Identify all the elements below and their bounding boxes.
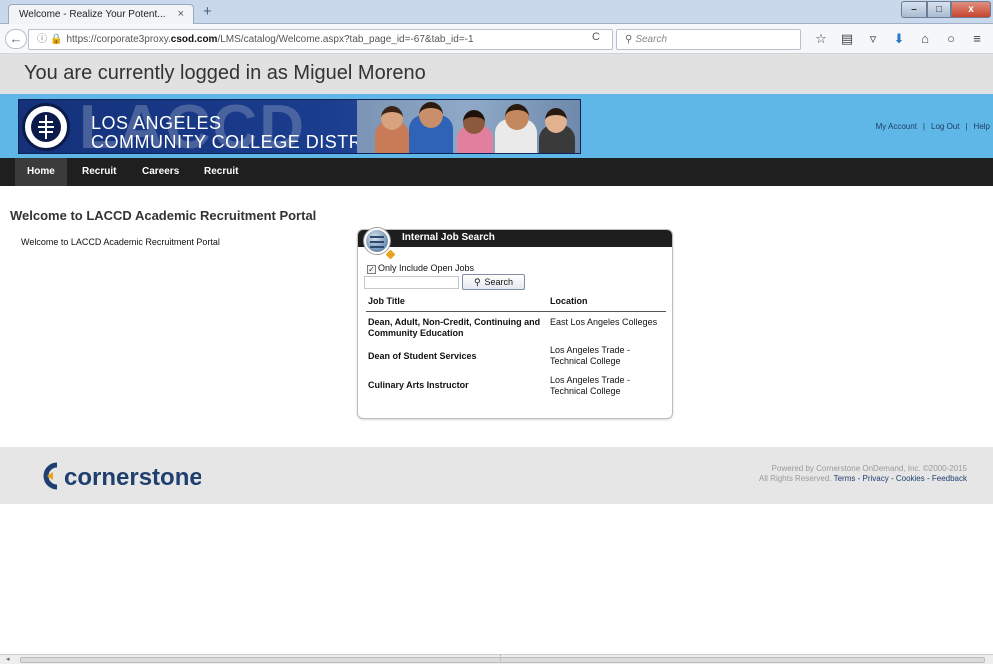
reload-icon[interactable]: C bbox=[592, 31, 600, 43]
account-links: My Account | Log Out | Help bbox=[875, 122, 990, 131]
browser-tab[interactable]: Welcome - Realize Your Potent... × bbox=[8, 4, 194, 25]
menu-item-careers[interactable]: Careers bbox=[130, 158, 191, 186]
browser-navbar: ← ⓘ 🔒 https://corporate3proxy.csod.com/LMS… bbox=[0, 24, 993, 54]
close-window-icon[interactable]: x bbox=[951, 1, 991, 18]
job-title-link[interactable]: Culinary Arts Instructor bbox=[368, 380, 546, 391]
cornerstone-logo[interactable]: cornerstone bbox=[43, 459, 203, 498]
user-bar: You are currently logged in as Miguel Mo… bbox=[0, 54, 993, 94]
menu-icon[interactable]: ≡ bbox=[964, 29, 990, 49]
log-out-link[interactable]: Log Out bbox=[931, 122, 959, 131]
search-icon: ⚲ bbox=[625, 34, 633, 45]
reading-list-icon[interactable]: ▤ bbox=[834, 29, 860, 49]
horizontal-scrollbar[interactable]: ◂ ⋮ bbox=[0, 654, 993, 664]
search-icon: ⚲ bbox=[473, 277, 481, 287]
district-name-line2: COMMUNITY COLLEGE DISTRICT bbox=[91, 132, 393, 152]
job-location: Los Angeles Trade -Technical College bbox=[550, 345, 631, 366]
feedback-link[interactable]: Feedback bbox=[932, 474, 967, 483]
welcome-text: Welcome to LACCD Academic Recruitment Po… bbox=[21, 237, 220, 247]
browser-tab-bar: Welcome - Realize Your Potent... × + – □… bbox=[0, 0, 993, 25]
footer: cornerstone Powered by Cornerstone OnDem… bbox=[0, 447, 993, 504]
job-location: Los Angeles Trade -Technical College bbox=[550, 375, 631, 396]
job-title-link[interactable]: Dean, Adult, Non-Credit, Continuing and … bbox=[368, 317, 546, 339]
header-divider bbox=[366, 311, 666, 312]
rights-text: All Rights Reserved. bbox=[759, 474, 832, 483]
header-banner: LACCD LOS ANGELES COMMUNITY COLLEGE DIST… bbox=[0, 94, 993, 158]
internal-job-search-widget: Internal Job Search ✓ Only Include Open J… bbox=[357, 228, 673, 419]
new-tab-button[interactable]: + bbox=[203, 2, 212, 22]
open-jobs-label: Only Include Open Jobs bbox=[378, 263, 475, 273]
cookies-link[interactable]: Cookies bbox=[896, 474, 925, 483]
job-title-link[interactable]: Dean of Student Services bbox=[368, 351, 546, 362]
widget-title: Internal Job Search bbox=[402, 232, 495, 243]
browser-search-input[interactable]: ⚲ Search bbox=[616, 29, 801, 50]
open-jobs-checkbox[interactable]: ✓ bbox=[367, 265, 376, 274]
url-prefix: https://corporate3proxy. bbox=[66, 34, 171, 45]
menu-item-recruit-2[interactable]: Recruit bbox=[192, 158, 250, 186]
pocket-icon[interactable]: ▿ bbox=[860, 29, 886, 49]
page-title: Welcome to LACCD Academic Recruitment Po… bbox=[10, 208, 317, 223]
menu-item-home[interactable]: Home bbox=[15, 158, 67, 186]
browser-toolbar: ☆ ▤ ▿ ⬇ ⌂ ○ ≡ bbox=[808, 29, 990, 49]
cornerstone-logo-mark: cornerstone bbox=[43, 462, 203, 491]
main-menu: Home Recruit Careers Recruit bbox=[0, 158, 993, 186]
back-arrow-icon[interactable]: ← bbox=[5, 29, 27, 49]
url-suffix: /LMS/catalog/Welcome.aspx?tab_page_id=-6… bbox=[217, 34, 474, 45]
chat-icon[interactable]: ○ bbox=[938, 29, 964, 49]
job-search-button[interactable]: ⚲ Search bbox=[462, 274, 525, 290]
menu-item-recruit[interactable]: Recruit bbox=[70, 158, 128, 186]
laccd-logo-banner[interactable]: LACCD LOS ANGELES COMMUNITY COLLEGE DIST… bbox=[18, 99, 581, 154]
widget-header: Internal Job Search bbox=[358, 230, 672, 247]
column-header-job-title[interactable]: Job Title bbox=[368, 296, 405, 306]
privacy-link[interactable]: Privacy bbox=[863, 474, 889, 483]
help-link[interactable]: Help bbox=[974, 122, 990, 131]
search-placeholder: Search bbox=[635, 34, 668, 45]
job-keyword-input[interactable] bbox=[364, 276, 459, 289]
address-bar[interactable]: ⓘ 🔒 https://corporate3proxy.csod.com/LMS/c… bbox=[28, 29, 613, 50]
terms-link[interactable]: Terms bbox=[834, 474, 856, 483]
tab-title: Welcome - Realize Your Potent... bbox=[19, 9, 166, 20]
lock-icon: 🔒 bbox=[50, 34, 63, 45]
search-button-label: Search bbox=[484, 277, 514, 287]
column-header-location[interactable]: Location bbox=[550, 296, 588, 306]
url-domain: csod.com bbox=[170, 34, 218, 45]
scroll-left-arrow-icon[interactable]: ◂ bbox=[6, 655, 10, 663]
home-icon[interactable]: ⌂ bbox=[912, 29, 938, 49]
maximize-icon[interactable]: □ bbox=[927, 1, 951, 18]
pencil-icon bbox=[385, 249, 396, 260]
globe-search-icon bbox=[364, 228, 390, 254]
download-icon[interactable]: ⬇ bbox=[886, 29, 912, 49]
logged-in-text: You are currently logged in as Miguel Mo… bbox=[24, 62, 426, 84]
info-icon[interactable]: ⓘ bbox=[37, 34, 47, 45]
district-name-line1: LOS ANGELES bbox=[91, 113, 222, 133]
scroll-grip-icon: ⋮ bbox=[497, 655, 504, 662]
job-location: East Los Angeles Colleges bbox=[550, 317, 658, 327]
open-jobs-filter: ✓ Only Include Open Jobs bbox=[367, 263, 474, 274]
powered-by-text: Powered by Cornerstone OnDemand, Inc. ©2… bbox=[771, 464, 967, 473]
star-icon[interactable]: ☆ bbox=[808, 29, 834, 49]
close-tab-icon[interactable]: × bbox=[178, 5, 184, 24]
laccd-seal-icon bbox=[22, 103, 70, 151]
my-account-link[interactable]: My Account bbox=[876, 122, 917, 131]
window-controls: – □ x bbox=[901, 1, 991, 19]
cornerstone-wordmark: cornerstone bbox=[64, 464, 201, 491]
footer-legal: Powered by Cornerstone OnDemand, Inc. ©2… bbox=[759, 464, 967, 483]
minimize-icon[interactable]: – bbox=[901, 1, 927, 18]
students-photo bbox=[357, 100, 580, 153]
